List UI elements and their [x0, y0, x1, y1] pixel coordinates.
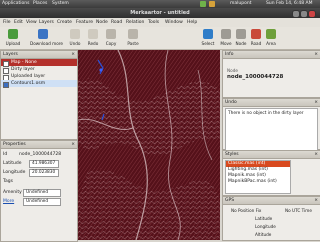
network-icon[interactable] [200, 1, 206, 7]
info-panel: Info × Node node_1000044728 [222, 50, 320, 98]
layers-panel-header: Layers × [1, 51, 77, 59]
move-icon [221, 29, 231, 39]
map-canvas[interactable] [78, 50, 220, 240]
layer-item-map[interactable]: Map - None [1, 59, 77, 67]
window-title-bar[interactable]: Merkaartor - untitled [0, 8, 320, 18]
menu-relation[interactable]: Relation [126, 20, 144, 25]
longitude-label: Longitude [3, 170, 26, 175]
close-icon[interactable]: × [71, 141, 75, 148]
undo-panel-header: Undo × [223, 99, 320, 107]
close-icon[interactable]: × [314, 51, 318, 58]
layer-item-dirty[interactable]: Dirty layer [1, 66, 77, 74]
mail-icon[interactable] [209, 1, 215, 7]
window-title: Merkaartor - untitled [130, 10, 190, 16]
node-icon [236, 29, 246, 39]
latitude-label: Latitude [3, 161, 22, 166]
applications-menu[interactable]: Applications [2, 1, 30, 6]
menu-node[interactable]: Node [96, 20, 108, 25]
menu-file[interactable]: File [3, 20, 11, 25]
area-icon [266, 29, 276, 39]
properties-panel: Properties × Id node_1000044728 Latitude… [0, 140, 78, 242]
menu-help[interactable]: Help [187, 20, 197, 25]
id-label: Id [3, 152, 8, 157]
longitude-field[interactable]: 20.023830 [29, 169, 59, 177]
info-panel-header: Info × [223, 51, 320, 59]
paste-icon [128, 29, 138, 39]
undo-empty-text: There is no object in the dirty layer [228, 111, 304, 116]
menu-window[interactable]: Window [165, 20, 183, 25]
map-view[interactable] [78, 50, 220, 240]
gps-longitude-label: Longitude [255, 224, 276, 229]
layer-item-uploaded[interactable]: Uploaded layer [1, 73, 77, 81]
system-menu[interactable]: System [52, 1, 69, 6]
undo-list[interactable]: There is no object in the dirty layer [225, 108, 318, 152]
styles-panel-header: Styles × [223, 151, 320, 159]
close-icon[interactable]: × [71, 51, 75, 58]
menu-road[interactable]: Road [111, 20, 122, 25]
select-tool-button[interactable]: Select [202, 28, 214, 48]
copy-icon [106, 29, 116, 39]
gps-latitude-label: Latitude [255, 216, 273, 221]
upload-icon [8, 29, 18, 39]
layer-item-contours[interactable]: Contours1.osm [1, 80, 77, 88]
close-icon[interactable]: × [314, 197, 318, 204]
menu-edit[interactable]: Edit [14, 20, 23, 25]
latitude-field[interactable]: 41.986307 [29, 160, 59, 168]
menu-create[interactable]: Create [57, 20, 72, 25]
styles-list[interactable]: Classic.mas (int) Lighting.mas (int) Map… [225, 160, 291, 194]
select-icon [203, 29, 213, 39]
paste-button[interactable]: Paste [126, 28, 140, 48]
system-top-bar: Applications Places System malupont Sun … [0, 0, 320, 8]
styles-panel: Styles × Classic.mas (int) Lighting.mas … [222, 150, 320, 196]
checkbox-icon[interactable] [3, 81, 9, 88]
minimize-button[interactable] [292, 10, 300, 18]
upload-button[interactable]: Upload [6, 28, 20, 48]
undo-panel: Undo × There is no object in the dirty l… [222, 98, 320, 152]
area-tool-button[interactable]: Area [265, 28, 277, 48]
tags-label: Tags [3, 179, 13, 184]
road-icon [251, 29, 261, 39]
amenity-select[interactable]: Undefined [23, 189, 61, 197]
style-item[interactable]: MapnikBPac.mas (int) [226, 179, 290, 185]
gps-altitude-label: Altitude [255, 232, 272, 237]
close-button[interactable] [308, 10, 316, 18]
more-link[interactable]: More [3, 199, 14, 204]
copy-button[interactable]: Copy [104, 28, 118, 48]
menu-tools[interactable]: Tools [148, 20, 159, 25]
user-name[interactable]: malupont [230, 1, 251, 6]
node-id-value: node_1000044728 [227, 74, 284, 80]
close-icon[interactable]: × [314, 99, 318, 106]
download-icon [38, 29, 48, 39]
gps-utc-status: No UTC Time [285, 208, 312, 213]
properties-panel-header: Properties × [1, 141, 77, 149]
download-more-button[interactable]: Download more [30, 28, 63, 48]
undo-icon [70, 29, 80, 39]
node-caption: Node [227, 68, 238, 73]
main-toolbar: Upload Download more Undo Redo Copy Past… [0, 27, 320, 50]
close-icon[interactable]: × [314, 151, 318, 158]
menu-layers[interactable]: Layers [39, 20, 54, 25]
id-value: node_1000044728 [19, 152, 62, 157]
places-menu[interactable]: Places [33, 1, 47, 6]
clock[interactable]: Sun Feb 14, 6:48 AM [266, 1, 312, 6]
gps-panel-header: GPS × [223, 197, 320, 205]
maximize-button[interactable] [300, 10, 308, 18]
more-select[interactable]: Undefined [23, 198, 61, 206]
layers-panel: Layers × Map - None Dirty layer Uploaded… [0, 50, 78, 140]
gps-panel: GPS × No Position Fix No UTC Time Latitu… [222, 196, 320, 241]
menu-feature[interactable]: Feature [76, 20, 93, 25]
gps-fix-status: No Position Fix [231, 208, 262, 213]
menu-view[interactable]: View [26, 20, 37, 25]
amenity-label: Amenity [3, 190, 22, 195]
redo-icon [88, 29, 98, 39]
